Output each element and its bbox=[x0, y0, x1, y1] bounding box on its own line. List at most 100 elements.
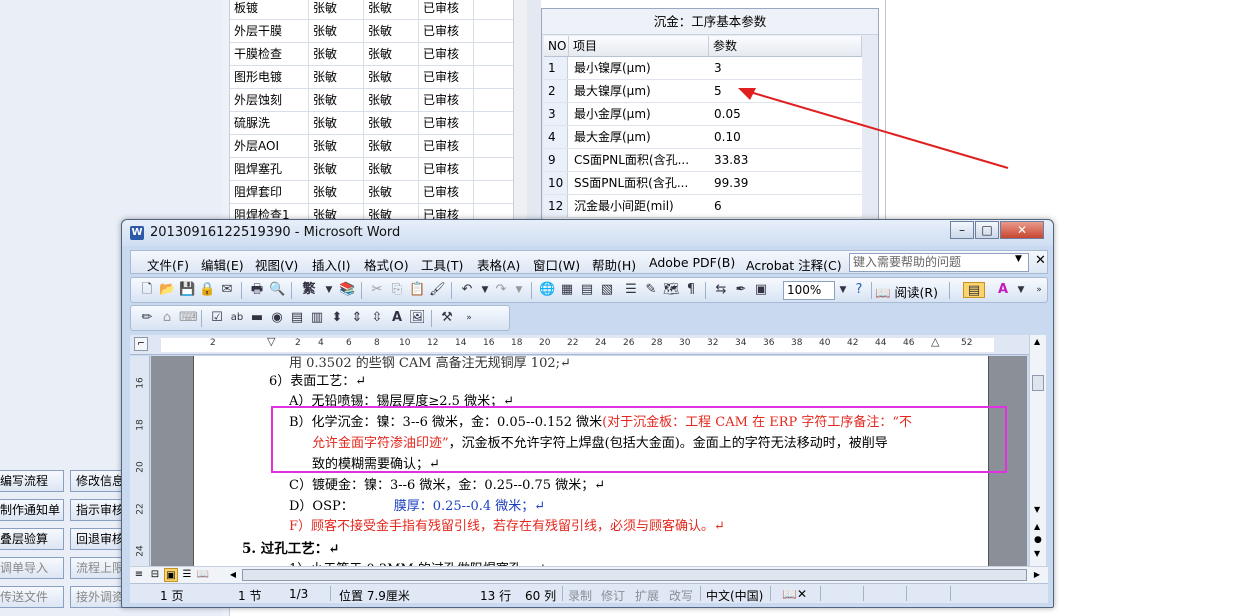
checkbox-icon[interactable]: ☑ bbox=[209, 310, 225, 326]
redo-dropdown-icon[interactable]: ▼ bbox=[511, 282, 527, 298]
normal-view-icon[interactable]: ≡ bbox=[132, 568, 146, 582]
font-color-icon[interactable]: A bbox=[995, 282, 1011, 298]
scroll-up-icon[interactable]: ▲ bbox=[1034, 337, 1040, 346]
vertical-ruler[interactable]: 16 18 20 22 24 bbox=[130, 356, 150, 566]
tab-selector-icon[interactable]: ⌐ bbox=[134, 337, 148, 351]
research-icon[interactable]: 📚 bbox=[339, 282, 355, 298]
paste-icon[interactable]: 📋 bbox=[409, 282, 425, 298]
title-bar[interactable]: W 20130916122519390 - Microsoft Word – □… bbox=[122, 220, 1053, 246]
tables-borders-icon[interactable]: ▦ bbox=[559, 282, 575, 298]
highlight-icon[interactable]: ▤ bbox=[963, 282, 985, 298]
command-button-icon[interactable]: ▬ bbox=[249, 310, 265, 326]
document-close-icon[interactable]: ✕ bbox=[1035, 253, 1046, 268]
web-view-icon[interactable]: ⊟ bbox=[148, 568, 162, 582]
select-browse-object-icon[interactable]: ● bbox=[1034, 535, 1042, 545]
undo-dropdown-icon[interactable]: ▼ bbox=[477, 282, 493, 298]
close-button[interactable]: ✕ bbox=[1000, 221, 1044, 239]
stack-calc-button[interactable]: 叠层验算 bbox=[0, 528, 64, 550]
cut-icon[interactable]: ✂ bbox=[369, 282, 385, 298]
maximize-button[interactable]: □ bbox=[975, 221, 999, 239]
first-line-indent-icon[interactable]: ▽ bbox=[267, 335, 275, 348]
read-button[interactable]: 📖 阅读(R) bbox=[875, 282, 938, 301]
menu-insert[interactable]: 插入(I) bbox=[312, 255, 350, 274]
ink-icon[interactable]: ✒ bbox=[733, 282, 749, 298]
help-icon[interactable]: ? bbox=[851, 282, 867, 298]
view-code-icon[interactable]: ⌨ bbox=[179, 310, 198, 326]
columns-icon[interactable]: ☰ bbox=[623, 282, 639, 298]
status-overtype[interactable]: 改写 bbox=[669, 587, 693, 604]
save-icon[interactable]: 💾 bbox=[179, 282, 195, 298]
next-page-icon[interactable]: ▼ bbox=[1034, 549, 1040, 558]
properties-icon[interactable]: ⌂ bbox=[159, 310, 175, 326]
undo-icon[interactable]: ↶ bbox=[459, 282, 475, 298]
permission-icon[interactable]: 🔒 bbox=[199, 282, 215, 298]
scroll-left-icon[interactable]: ◀ bbox=[226, 568, 240, 582]
edit-flow-button[interactable]: 编写流程 bbox=[0, 470, 64, 492]
vertical-scrollbar[interactable]: ▲ ▼ ▲ ● ▼ bbox=[1029, 335, 1046, 566]
menu-file[interactable]: 文件(F) bbox=[147, 255, 189, 274]
textbox-icon[interactable]: ab bbox=[229, 310, 245, 326]
scroll-down-icon[interactable]: ▼ bbox=[1034, 505, 1040, 514]
email-icon[interactable]: ✉ bbox=[219, 282, 235, 298]
reading-view-icon[interactable]: 📖 bbox=[196, 568, 210, 582]
insert-excel-icon[interactable]: ▧ bbox=[599, 282, 615, 298]
toolbar-options-icon[interactable]: » bbox=[461, 310, 477, 326]
menu-edit[interactable]: 编辑(E) bbox=[201, 255, 244, 274]
menu-tools[interactable]: 工具(T) bbox=[421, 255, 463, 274]
insert-table-icon[interactable]: ▤ bbox=[579, 282, 595, 298]
redo-icon[interactable]: ↷ bbox=[493, 282, 509, 298]
menu-adobe-pdf[interactable]: Adobe PDF(B) bbox=[649, 255, 735, 270]
help-search-input[interactable]: 键入需要帮助的问题 bbox=[849, 253, 1029, 272]
send-file-button[interactable]: 传送文件 bbox=[0, 586, 64, 608]
status-record[interactable]: 录制 bbox=[568, 587, 592, 604]
design-mode-icon[interactable]: ✏ bbox=[139, 310, 155, 326]
scrollbar-control-icon[interactable]: ⇳ bbox=[369, 310, 385, 326]
menu-view[interactable]: 视图(V) bbox=[255, 255, 298, 274]
outline-view-icon[interactable]: ☰ bbox=[180, 568, 194, 582]
print-icon[interactable]: 🖶 bbox=[249, 282, 265, 298]
print-preview-icon[interactable]: 🔍 bbox=[269, 282, 285, 298]
traditional-chinese-button[interactable]: 繁 bbox=[299, 282, 319, 298]
track-icon[interactable]: ⇆ bbox=[713, 282, 729, 298]
format-painter-icon[interactable]: 🖌 bbox=[429, 282, 446, 298]
menu-help[interactable]: 帮助(H) bbox=[592, 255, 636, 274]
order-import-button[interactable]: 调单导入 bbox=[0, 557, 64, 579]
label-control-icon[interactable]: A bbox=[389, 310, 405, 326]
open-icon[interactable]: 📂 bbox=[159, 282, 175, 298]
vertical-scroll-thumb[interactable] bbox=[1032, 375, 1044, 391]
image-control-icon[interactable]: 🖼 bbox=[409, 310, 426, 326]
font-color-dropdown-icon[interactable]: ▼ bbox=[1013, 282, 1029, 298]
scroll-right-icon[interactable]: ▶ bbox=[1030, 568, 1044, 582]
reading-layout-icon[interactable]: ▣ bbox=[753, 282, 769, 298]
menu-format[interactable]: 格式(O) bbox=[364, 255, 409, 274]
document-map-icon[interactable]: 🗺 bbox=[663, 282, 680, 298]
status-track-changes[interactable]: 修订 bbox=[601, 587, 625, 604]
help-dropdown-icon[interactable]: ▼ bbox=[1015, 254, 1022, 264]
spell-check-icon[interactable]: 📖✕ bbox=[782, 587, 807, 601]
horizontal-ruler[interactable]: ⌐ 2 ▽ 2 4 6 8 10 12 14 16 18 20 22 24 26… bbox=[130, 335, 1030, 355]
drawing-icon[interactable]: ✎ bbox=[643, 282, 659, 298]
show-hide-icon[interactable]: ¶ bbox=[683, 282, 699, 298]
menu-window[interactable]: 窗口(W) bbox=[533, 255, 580, 274]
combobox-icon[interactable]: ▥ bbox=[309, 310, 325, 326]
hyperlink-icon[interactable]: 🌐 bbox=[539, 282, 555, 298]
print-view-icon[interactable]: ▣ bbox=[164, 568, 178, 582]
new-icon[interactable]: 🗋 bbox=[139, 282, 155, 298]
status-extend[interactable]: 扩展 bbox=[635, 587, 659, 604]
zoom-dropdown-icon[interactable]: ▼ bbox=[835, 282, 851, 298]
make-notice-button[interactable]: 制作通知单 bbox=[0, 499, 64, 521]
previous-page-icon[interactable]: ▲ bbox=[1034, 522, 1040, 531]
horizontal-scroll-thumb[interactable] bbox=[242, 569, 1027, 581]
more-controls-icon[interactable]: ⚒ bbox=[439, 310, 455, 326]
option-button-icon[interactable]: ◉ bbox=[269, 310, 285, 326]
menu-acrobat-comments[interactable]: Acrobat 注释(C) bbox=[746, 255, 842, 274]
spin-button-icon[interactable]: ⇕ bbox=[349, 310, 365, 326]
zoom-select[interactable]: 100% bbox=[783, 281, 835, 300]
toolbar-options-icon[interactable]: » bbox=[1031, 282, 1047, 298]
chevron-down-icon[interactable]: ▼ bbox=[321, 282, 337, 298]
toggle-button-icon[interactable]: ⬍ bbox=[329, 310, 345, 326]
copy-icon[interactable]: ⎘ bbox=[389, 282, 405, 298]
minimize-button[interactable]: – bbox=[950, 221, 974, 239]
listbox-icon[interactable]: ▤ bbox=[289, 310, 305, 326]
right-indent-icon[interactable]: △ bbox=[931, 335, 939, 348]
